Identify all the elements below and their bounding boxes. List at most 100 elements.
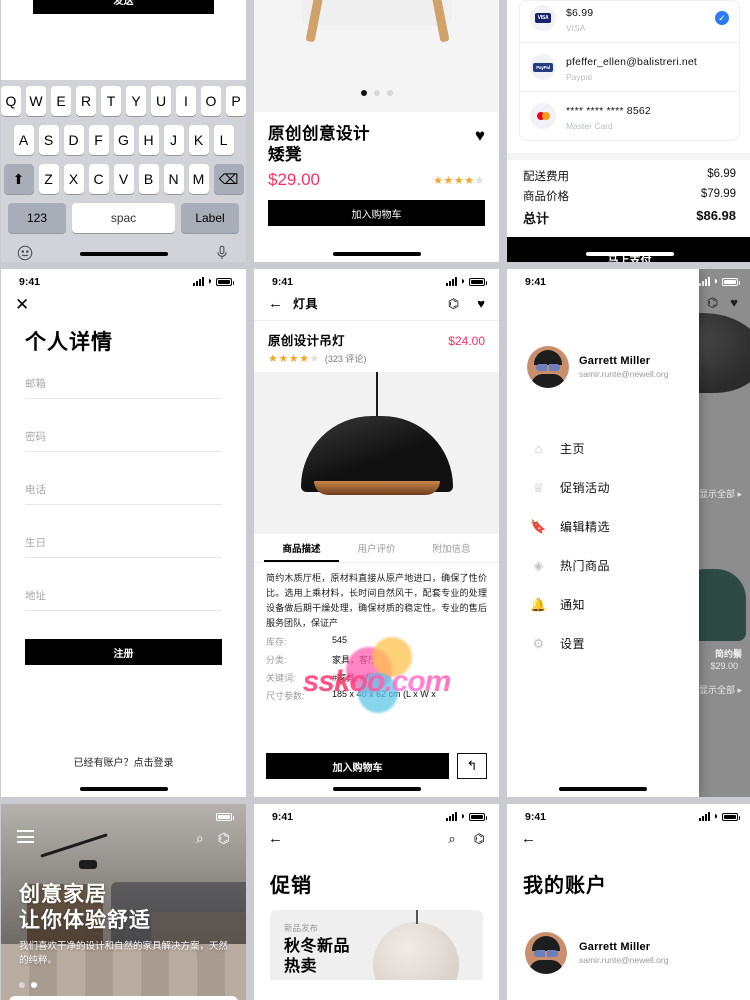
emoji-icon[interactable]	[16, 244, 34, 262]
shopping-bag-icon[interactable]: ⌬	[448, 296, 459, 312]
menu-item-settings[interactable]: ⚙ 设置	[531, 635, 699, 652]
email-field[interactable]	[25, 374, 222, 399]
shopping-bag-icon[interactable]: ⌬	[707, 295, 718, 311]
key-d[interactable]: D	[63, 125, 84, 155]
on-screen-keyboard[interactable]: Q W E R T Y U I O P A S D F G H J K L ⬆ …	[1, 80, 246, 262]
password-input[interactable]	[25, 431, 222, 443]
key-x[interactable]: X	[63, 164, 84, 194]
reply-arrow-icon[interactable]: ↰	[457, 753, 487, 779]
backspace-key[interactable]: ⌫	[213, 164, 244, 194]
key-q[interactable]: Q	[1, 86, 21, 116]
key-p[interactable]: P	[226, 86, 246, 116]
key-m[interactable]: M	[188, 164, 209, 194]
menu-item-promotions[interactable]: ♕ 促销活动	[531, 479, 699, 496]
panel-checkout-payment: VISA $6.99 VISA ✓ PayPal pfeffer_ellen@b…	[507, 0, 750, 262]
search-icon[interactable]: ⌕	[196, 830, 204, 847]
tab-additional-info[interactable]: 附加信息	[414, 534, 489, 562]
back-arrow-icon[interactable]: ←	[268, 295, 283, 312]
menu-item-notifications[interactable]: 🔔 通知	[530, 596, 699, 613]
status-bar: 9:41 ◗	[254, 804, 499, 826]
password-field[interactable]	[25, 427, 222, 452]
key-a[interactable]: A	[13, 125, 34, 155]
hero-carousel-dots[interactable]	[19, 982, 37, 988]
add-to-cart-button[interactable]: 加入购物车	[268, 200, 485, 227]
key-w[interactable]: W	[26, 86, 46, 116]
menu-item-editor-picks[interactable]: 🔖 编辑精选	[530, 518, 699, 535]
heart-icon[interactable]: ♥	[477, 296, 485, 311]
shopping-bag-icon[interactable]: ⌬	[218, 830, 230, 847]
register-button[interactable]: 注册	[25, 639, 222, 665]
shopping-bag-icon[interactable]: ⌬	[474, 831, 485, 847]
search-icon[interactable]: ⌕	[448, 831, 455, 847]
key-h[interactable]: H	[138, 125, 159, 155]
status-bar: 9:41 ◗	[254, 269, 499, 291]
key-b[interactable]: B	[138, 164, 159, 194]
payment-method-visa[interactable]: VISA $6.99 VISA ✓	[520, 1, 739, 43]
key-f[interactable]: F	[88, 125, 109, 155]
signal-icon	[698, 812, 710, 821]
tab-description[interactable]: 商品描述	[264, 534, 339, 562]
microphone-icon[interactable]	[213, 244, 231, 262]
battery-icon	[722, 813, 740, 821]
key-s[interactable]: S	[38, 125, 59, 155]
email-input[interactable]	[25, 378, 222, 390]
promo-card[interactable]: 新品发布 秋冬新品 热卖	[270, 910, 483, 980]
key-n[interactable]: N	[163, 164, 184, 194]
back-arrow-icon[interactable]: ←	[521, 830, 536, 847]
heart-icon[interactable]: ♥	[475, 126, 485, 146]
pay-now-button[interactable]: 马上支付	[507, 237, 750, 262]
phone-input[interactable]	[25, 484, 222, 496]
payment-method-paypal[interactable]: PayPal pfeffer_ellen@balistreri.net Payp…	[520, 43, 739, 92]
account-user-block[interactable]: Garrett Miller samir.runte@newell.org	[507, 910, 750, 974]
heart-icon[interactable]: ♥	[730, 295, 738, 311]
tab-reviews[interactable]: 用户评价	[339, 534, 414, 562]
navigation-bar: ←	[507, 826, 750, 855]
login-link[interactable]: 已经有账户？点击登录	[1, 754, 246, 769]
key-u[interactable]: U	[151, 86, 171, 116]
phone-field[interactable]	[25, 480, 222, 505]
key-t[interactable]: T	[101, 86, 121, 116]
birthday-input[interactable]	[25, 537, 222, 549]
label-key[interactable]: Label	[181, 203, 239, 233]
shift-key[interactable]: ⬆	[3, 164, 34, 194]
back-arrow-icon[interactable]: ←	[268, 830, 283, 847]
detail-tabs[interactable]: 商品描述 用户评价 附加信息	[254, 534, 499, 563]
menu-item-hot-products[interactable]: ◈ 热门商品	[531, 557, 699, 574]
menu-item-home[interactable]: ⌂ 主页	[531, 440, 699, 457]
show-all-link-2[interactable]: 显示全部 ▸	[699, 683, 742, 696]
carousel-dot-3[interactable]	[386, 90, 393, 96]
birthday-field[interactable]	[25, 533, 222, 558]
key-j[interactable]: J	[163, 125, 184, 155]
key-r[interactable]: R	[76, 86, 96, 116]
carousel-dot-2[interactable]	[373, 90, 380, 96]
key-l[interactable]: L	[213, 125, 234, 155]
hero-dot-2[interactable]	[31, 982, 37, 988]
key-e[interactable]: E	[51, 86, 71, 116]
close-icon[interactable]: ✕	[1, 291, 246, 313]
key-g[interactable]: G	[113, 125, 134, 155]
send-button[interactable]: 发送	[33, 0, 214, 14]
wifi-icon: ◗	[459, 811, 466, 822]
carousel-dot-1[interactable]	[360, 90, 367, 96]
payment-method-body: pfeffer_ellen@balistreri.net Paypal	[566, 52, 729, 82]
key-z[interactable]: Z	[38, 164, 59, 194]
key-y[interactable]: Y	[126, 86, 146, 116]
space-key[interactable]: spac	[72, 203, 175, 233]
image-carousel-dots[interactable]	[360, 90, 393, 96]
key-i[interactable]: I	[176, 86, 196, 116]
key-v[interactable]: V	[113, 164, 134, 194]
payment-method-mastercard[interactable]: **** **** **** 8562 Master Card	[520, 92, 739, 140]
key-k[interactable]: K	[188, 125, 209, 155]
key-c[interactable]: C	[88, 164, 109, 194]
battery-icon	[216, 813, 234, 821]
numeric-key[interactable]: 123	[8, 203, 66, 233]
show-all-link-1[interactable]: 显示全部 ▸	[699, 487, 742, 500]
rating-stars: ★★★★★	[433, 174, 485, 187]
drawer-user-block[interactable]: Garrett Miller samir.runte@newell.org	[507, 291, 699, 388]
address-field[interactable]	[25, 586, 222, 611]
address-input[interactable]	[25, 590, 222, 602]
hamburger-menu-icon[interactable]	[17, 830, 34, 847]
key-o[interactable]: O	[201, 86, 221, 116]
hero-dot-1[interactable]	[19, 982, 25, 988]
add-to-cart-button[interactable]: 加入购物车	[266, 753, 449, 779]
